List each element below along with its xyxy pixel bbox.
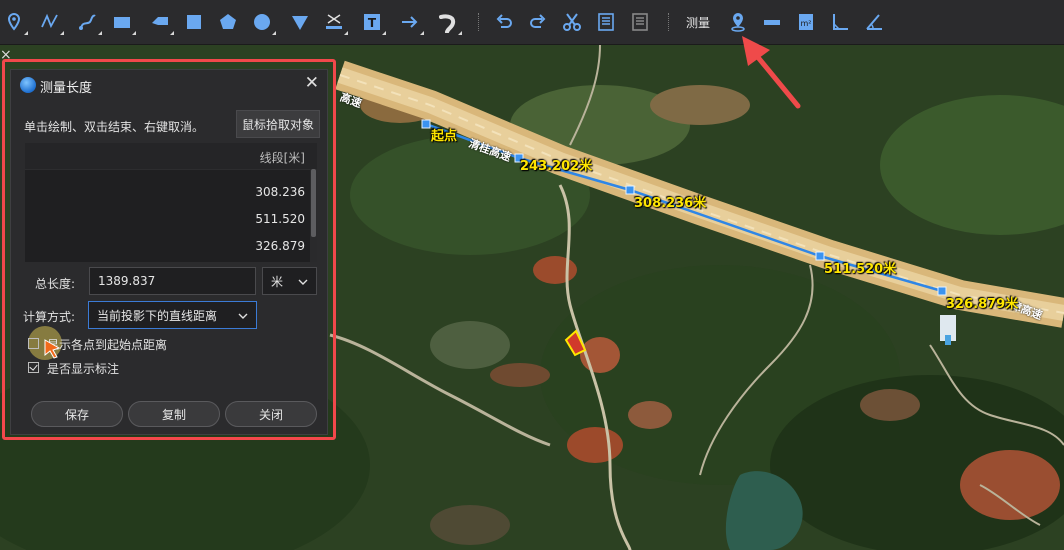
measure-length-dialog: 测量长度 ✕ 单击绘制、双击结束、右键取消。 鼠标拾取对象 线段[米] 308.…	[10, 69, 328, 435]
hook-icon[interactable]	[434, 8, 462, 36]
rectangle-icon[interactable]	[108, 8, 136, 36]
show-annotation-checkbox[interactable]	[28, 362, 39, 373]
text-box-icon[interactable]: T	[358, 8, 386, 36]
text-underline-icon[interactable]	[320, 8, 348, 36]
pentagon-icon[interactable]	[214, 8, 242, 36]
drawing-toolbar: T 测量 m²	[0, 0, 1064, 45]
arrow-shape-icon[interactable]	[146, 8, 174, 36]
app-logo-icon	[20, 77, 36, 93]
show-annotation-label[interactable]: 是否显示标注	[47, 360, 119, 377]
table-header: 线段[米]	[25, 143, 317, 170]
measure-point-icon[interactable]	[724, 8, 752, 36]
mouse-cursor-icon	[44, 339, 61, 359]
diamond-icon[interactable]	[286, 8, 314, 36]
show-distance-checkbox[interactable]	[28, 338, 39, 349]
calculation-method-select[interactable]: 当前投影下的直线距离	[88, 301, 257, 329]
square-icon[interactable]	[180, 8, 208, 36]
scissors-icon[interactable]	[558, 8, 586, 36]
method-value: 当前投影下的直线距离	[97, 308, 218, 323]
toolbar-separator	[478, 13, 481, 31]
method-label: 计算方式:	[23, 310, 76, 324]
arrow-right-icon[interactable]	[396, 8, 424, 36]
save-button[interactable]: 保存	[31, 401, 123, 427]
segment-label: 326.879米	[946, 297, 1019, 312]
scrollbar-thumb[interactable]	[311, 169, 316, 237]
close-icon[interactable]: ✕	[305, 73, 319, 93]
start-point-label: 起点	[431, 129, 458, 144]
chevron-down-icon	[298, 279, 308, 285]
table-row[interactable]: 326.879	[255, 239, 305, 253]
segment-label: 243.202米	[520, 159, 593, 174]
undo-icon[interactable]	[490, 8, 518, 36]
column-header: 线段[米]	[259, 151, 305, 165]
table-row[interactable]: 308.236	[255, 185, 305, 199]
close-button[interactable]: 关闭	[225, 401, 317, 427]
measure-area-icon[interactable]: m²	[792, 8, 820, 36]
pick-object-button[interactable]: 鼠标拾取对象	[236, 110, 320, 138]
instruction-text: 单击绘制、双击结束、右键取消。	[24, 120, 205, 134]
redo-icon[interactable]	[524, 8, 552, 36]
segment-label: 308.236米	[634, 196, 707, 211]
total-length-label: 总长度:	[35, 277, 76, 291]
dialog-title: 测量长度	[40, 81, 93, 96]
toolbar-separator	[668, 13, 671, 31]
measure-angle-icon[interactable]	[860, 8, 888, 36]
unit-select[interactable]: 米	[262, 267, 317, 295]
table-row[interactable]: 511.520	[255, 212, 305, 226]
copy-frame-icon[interactable]	[592, 8, 620, 36]
svg-text:m²: m²	[801, 19, 812, 28]
polyline-icon[interactable]	[36, 8, 64, 36]
chevron-down-icon	[238, 313, 248, 319]
curve-icon[interactable]	[74, 8, 102, 36]
total-length-value: 1389.837	[98, 274, 156, 288]
measure-label: 测量	[686, 16, 711, 30]
show-distance-label[interactable]: 显示各点到起始点距离	[47, 336, 167, 353]
circle-icon[interactable]	[248, 8, 276, 36]
paste-frame-icon[interactable]	[626, 8, 654, 36]
svg-text:T: T	[368, 16, 377, 30]
measure-distance-icon[interactable]	[758, 8, 786, 36]
table-scrollbar[interactable]	[310, 169, 317, 262]
segment-label: 511.520米	[824, 262, 897, 277]
copy-button[interactable]: 复制	[128, 401, 220, 427]
unit-value: 米	[271, 274, 284, 289]
segment-table[interactable]: 线段[米] 308.236 511.520 326.879	[25, 143, 317, 262]
dialog-title-bar[interactable]: 测量长度 ✕	[11, 70, 327, 100]
measure-height-icon[interactable]	[826, 8, 854, 36]
map-pin-icon[interactable]	[0, 8, 28, 36]
total-length-field[interactable]: 1389.837	[89, 267, 256, 295]
